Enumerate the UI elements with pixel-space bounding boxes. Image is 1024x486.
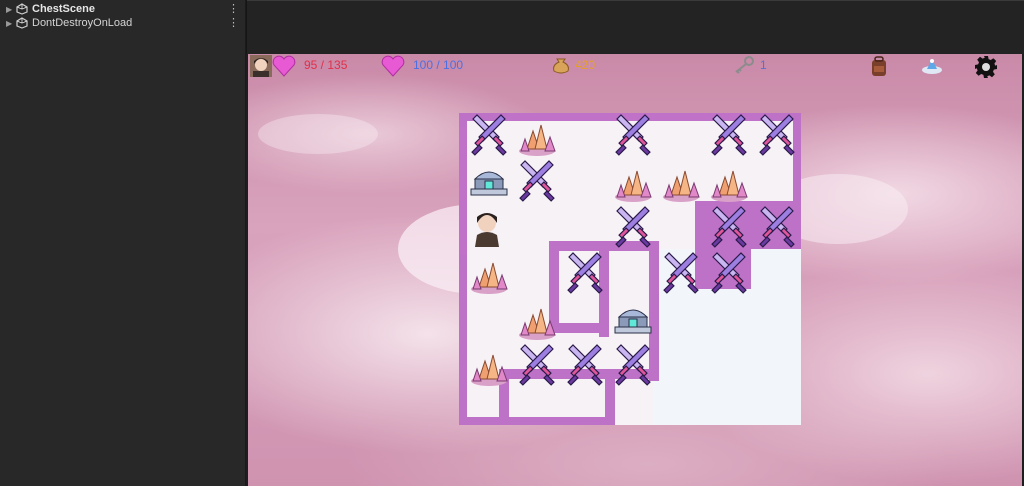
keys-text: 1 <box>760 58 767 72</box>
hierarchy-item-dontdestroyonload[interactable]: ▶ DontDestroyOnLoad ⋮ <box>0 16 245 30</box>
hud-bar: 95 / 135 100 / 100 420 1 <box>248 54 1022 78</box>
unity-scene-icon <box>16 17 28 29</box>
board-cell-forest-icon[interactable] <box>609 159 657 205</box>
gold-pouch-icon <box>551 56 571 74</box>
more-options-icon[interactable]: ⋮ <box>228 17 239 29</box>
board-cell-forest-icon[interactable] <box>513 297 561 343</box>
board-cell-chest-icon[interactable] <box>465 159 513 205</box>
board-cell-sword-icon[interactable] <box>513 159 561 205</box>
map-icon[interactable] <box>920 55 944 77</box>
board-cell-sword-icon[interactable] <box>609 205 657 251</box>
player-avatar-icon <box>250 55 272 77</box>
more-options-icon[interactable]: ⋮ <box>228 3 239 15</box>
board-cell-sword-icon[interactable] <box>465 113 513 159</box>
energy-heart-icon <box>381 55 405 77</box>
board-cell-sword-icon[interactable] <box>561 251 609 297</box>
hierarchy-panel: ▶ ChestScene ⋮ ▶ DontDestroyOnLoad ⋮ <box>0 0 246 486</box>
board-cell-sword-icon[interactable] <box>609 343 657 389</box>
board-cell-forest-icon[interactable] <box>705 159 753 205</box>
board-cell-forest-icon[interactable] <box>657 159 705 205</box>
board-cell-sword-icon[interactable] <box>705 205 753 251</box>
expand-arrow-icon[interactable]: ▶ <box>6 5 16 14</box>
board-cell-forest-icon[interactable] <box>465 251 513 297</box>
hierarchy-item-chestscene[interactable]: ▶ ChestScene ⋮ <box>0 2 245 16</box>
board-cell-sword-icon[interactable] <box>513 343 561 389</box>
expand-arrow-icon[interactable]: ▶ <box>6 19 16 28</box>
gold-text: 420 <box>575 58 596 72</box>
hierarchy-label: DontDestroyOnLoad <box>32 17 133 29</box>
unity-scene-icon <box>16 3 28 15</box>
board-cell-sword-icon[interactable] <box>561 343 609 389</box>
board-cell-sword-icon[interactable] <box>705 251 753 297</box>
key-icon <box>733 56 755 74</box>
backpack-icon[interactable] <box>868 55 890 77</box>
cloud <box>258 114 378 154</box>
board-cell-player-icon[interactable] <box>465 205 513 251</box>
board-cell-forest-icon[interactable] <box>513 113 561 159</box>
player-portrait[interactable] <box>250 55 272 77</box>
board-cell-forest-icon[interactable] <box>465 343 513 389</box>
hierarchy-label: ChestScene <box>32 3 95 15</box>
board-cell-sword-icon[interactable] <box>705 113 753 159</box>
board-cell-sword-icon[interactable] <box>753 205 801 251</box>
settings-gear-icon[interactable] <box>974 55 998 79</box>
health-heart-icon <box>272 55 296 77</box>
board-cells <box>459 113 801 425</box>
board-cell-sword-icon[interactable] <box>753 113 801 159</box>
board-cell-chest-icon[interactable] <box>609 297 657 343</box>
board-cell-sword-icon[interactable] <box>657 251 705 297</box>
health-text: 95 / 135 <box>304 58 348 72</box>
game-view[interactable]: 95 / 135 100 / 100 420 1 <box>248 54 1022 486</box>
game-view-toolbar <box>246 0 1024 54</box>
board-cell-sword-icon[interactable] <box>609 113 657 159</box>
energy-text: 100 / 100 <box>413 58 464 72</box>
